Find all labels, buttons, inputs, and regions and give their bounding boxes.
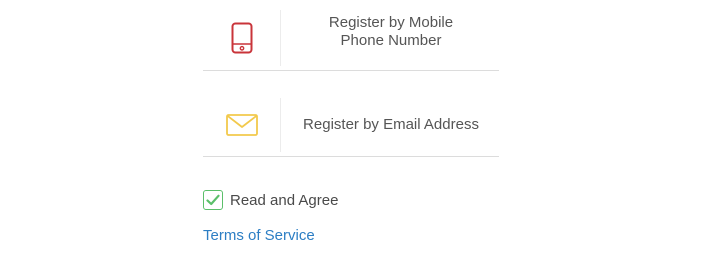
register-by-phone-label: Register by Mobile Phone Number [328, 14, 454, 49]
mobile-phone-icon [231, 22, 252, 54]
checkmark-icon [206, 194, 220, 206]
terms-of-service-link[interactable]: Terms of Service [203, 227, 315, 244]
email-icon-cell [203, 98, 281, 152]
envelope-icon [225, 114, 258, 136]
agree-checkbox[interactable] [203, 190, 223, 210]
agree-checkbox-row[interactable]: Read and Agree [203, 190, 338, 210]
register-by-phone-option[interactable]: Register by Mobile Phone Number [203, 0, 499, 71]
agree-label: Read and Agree [230, 191, 339, 209]
register-by-email-label: Register by Email Address [303, 116, 479, 133]
phone-icon-cell [203, 10, 281, 66]
register-by-email-option[interactable]: Register by Email Address [203, 94, 499, 157]
